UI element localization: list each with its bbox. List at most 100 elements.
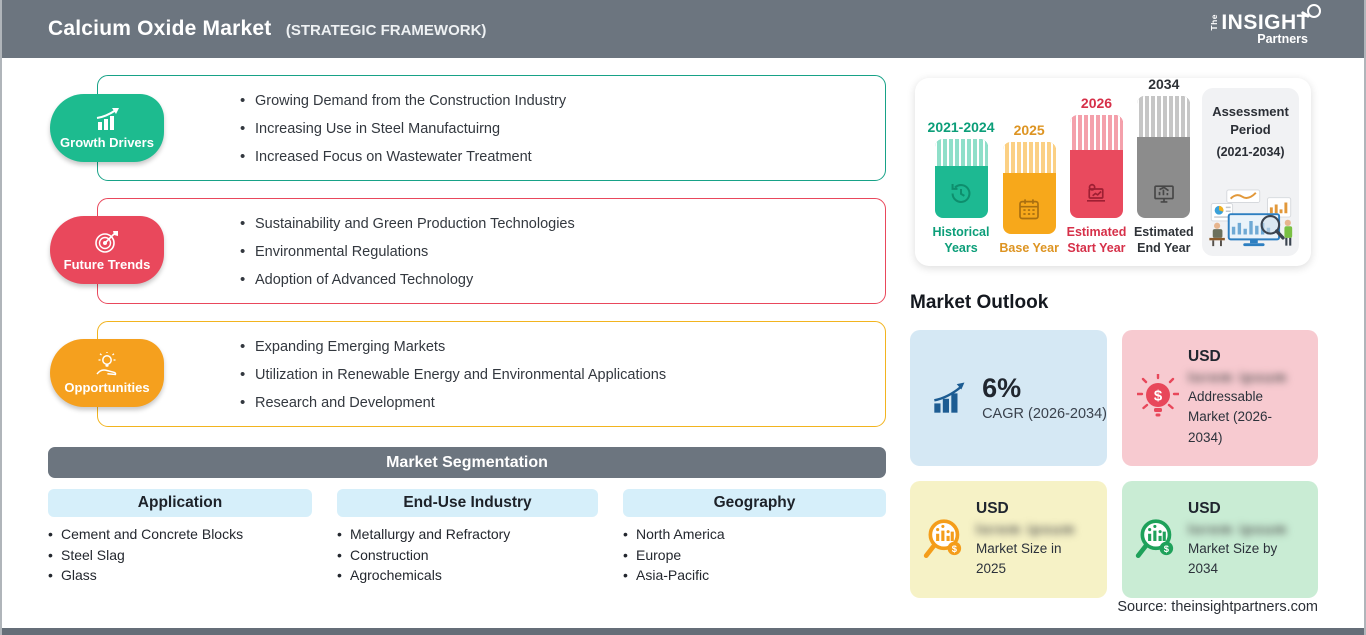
list-item: Sustainability and Green Production Tech… — [240, 210, 865, 238]
list-item: Utilization in Renewable Energy and Envi… — [240, 361, 865, 389]
list-item: Environmental Regulations — [240, 238, 865, 266]
bar-year-label: 2021-2024 — [927, 118, 995, 135]
card-label: Market Size by 2034 — [1188, 540, 1278, 576]
list-item: Construction — [337, 545, 510, 566]
svg-text:$: $ — [952, 543, 958, 554]
historical-years-bar — [934, 138, 988, 218]
analysts-illustration — [1208, 189, 1292, 247]
list-item: Increased Focus on Wastewater Treatment — [240, 143, 865, 171]
magnifier-lens-icon — [1307, 4, 1321, 18]
assessment-timeline-card: 2021-2024 Historical Years 2025 Base Yea… — [915, 76, 1311, 266]
segmentation-column-application: Application — [48, 489, 312, 517]
future-trends-box: Sustainability and Green Production Tech… — [97, 198, 886, 304]
geography-items: North America Europe Asia-Pacific — [623, 524, 725, 586]
bar-role-label: Base Year — [999, 240, 1059, 255]
logo-the-text: The — [1209, 14, 1220, 31]
assessment-period-range: (2021-2034) — [1216, 145, 1285, 160]
bulb-dollar-icon: $ — [1137, 374, 1179, 417]
application-items: Cement and Concrete Blocks Steel Slag Gl… — [48, 524, 243, 586]
addressable-market-card: $ USD lorem ipsum Addressable Market (20… — [1122, 330, 1318, 466]
badge-label: Opportunities — [64, 379, 150, 395]
monitor-chart-icon — [1153, 184, 1174, 203]
growth-drivers-list: Growing Demand from the Construction Ind… — [98, 76, 885, 171]
history-clock-icon — [951, 183, 971, 203]
growth-drivers-badge: Growth Drivers — [50, 94, 164, 162]
bar-year-label: 2034 — [1148, 75, 1180, 92]
currency-label: USD — [976, 499, 1009, 517]
list-item: Expanding Emerging Markets — [240, 333, 865, 361]
market-size-2034-card: $ USD lorem ipsum Market Size by 2034 — [1122, 481, 1318, 598]
segmentation-column-geography: Geography — [623, 489, 886, 517]
list-item: Steel Slag — [48, 545, 243, 566]
currency-label: USD — [1188, 348, 1221, 366]
list-item: Europe — [623, 545, 725, 566]
list-item: Research and Development — [240, 389, 865, 417]
list-item: Metallurgy and Refractory — [337, 524, 510, 545]
timeline-col-est-start: 2026 Estimated Start Year — [1066, 94, 1127, 257]
list-item: Asia-Pacific — [623, 565, 725, 586]
assessment-period-label: Assessment Period — [1212, 104, 1289, 137]
currency-label: USD — [1188, 499, 1221, 517]
cagr-value: 6% — [982, 372, 1022, 403]
opportunities-box: Expanding Emerging Markets Utilization i… — [97, 321, 886, 427]
laptop-gear-icon — [1087, 183, 1106, 202]
addressable-text-group: USD lorem ipsum Addressable Market (2026… — [1182, 338, 1314, 458]
future-trends-badge: Future Trends — [50, 216, 164, 284]
list-item: Cement and Concrete Blocks — [48, 524, 243, 545]
size-2034-text-group: USD lorem ipsum Market Size by 2034 — [1182, 490, 1314, 590]
timeline-col-est-end: 2034 Estimated End Year — [1134, 76, 1194, 257]
bar-year-label: 2025 — [1013, 121, 1045, 138]
blurred-value: lorem ipsum — [1188, 369, 1288, 386]
growth-drivers-box: Growing Demand from the Construction Ind… — [97, 75, 886, 181]
list-item: Increasing Use in Steel Manufactuirng — [240, 115, 865, 143]
target-icon — [95, 230, 118, 253]
list-item: Glass — [48, 565, 243, 586]
insight-partners-logo: The INSIGHT Partners — [1209, 4, 1321, 46]
list-item: Agrochemicals — [337, 565, 510, 586]
svg-text:$: $ — [1154, 388, 1163, 405]
market-segmentation-header: Market Segmentation — [48, 447, 886, 478]
page-title: Calcium Oxide Market — [48, 17, 272, 40]
timeline-col-base: 2025 Base Year — [999, 122, 1059, 256]
bar-role-label: Historical Years — [932, 224, 990, 255]
timeline-col-historical: 2021-2024 Historical Years — [927, 118, 995, 257]
magnifier-chart-orange-icon: $ — [923, 518, 962, 558]
base-year-bar — [1002, 141, 1056, 234]
bar-year-label: 2026 — [1080, 94, 1113, 111]
bulb-hand-icon — [96, 351, 117, 375]
opportunities-badge: Opportunities — [50, 339, 164, 407]
opportunities-list: Expanding Emerging Markets Utilization i… — [98, 322, 885, 417]
growth-chart-icon — [96, 107, 119, 130]
card-label: Addressable Market (2026-2034) — [1188, 389, 1273, 445]
cagr-text-group: 6% CAGR (2026-2034) — [982, 372, 1107, 422]
source-note: Source: theinsightpartners.com — [1117, 599, 1318, 615]
blurred-value: lorem ipsum — [1188, 520, 1288, 537]
blurred-value: lorem ipsum — [976, 520, 1076, 537]
estimated-start-year-bar — [1069, 114, 1123, 218]
bar-role-label: Estimated Start Year — [1066, 224, 1127, 255]
badge-label: Growth Drivers — [60, 134, 154, 150]
svg-text:$: $ — [1164, 543, 1170, 554]
size-2025-text-group: USD lorem ipsum Market Size in 2025 — [970, 490, 1102, 590]
list-item: Adoption of Advanced Technology — [240, 266, 865, 294]
growth-bars-icon — [934, 382, 965, 413]
badge-label: Future Trends — [63, 256, 151, 272]
header: Calcium Oxide Market (STRATEGIC FRAMEWOR… — [0, 0, 1366, 58]
list-item: Growing Demand from the Construction Ind… — [240, 87, 865, 115]
segmentation-column-end-use: End-Use Industry — [337, 489, 598, 517]
logo-wordmark: The INSIGHT — [1209, 4, 1321, 34]
estimated-end-year-bar — [1137, 95, 1191, 218]
card-label: Market Size in 2025 — [976, 540, 1062, 576]
timeline-bars: 2021-2024 Historical Years 2025 Base Yea… — [927, 76, 1194, 257]
header-title-group: Calcium Oxide Market (STRATEGIC FRAMEWOR… — [48, 17, 486, 41]
magnifier-chart-green-icon: $ — [1135, 518, 1174, 558]
calendar-icon — [1019, 199, 1039, 220]
market-outlook-title: Market Outlook — [910, 292, 1049, 313]
assessment-period-panel: Assessment Period (2021-2034) — [1202, 88, 1299, 256]
logo-main-text: INSIGHT — [1221, 11, 1310, 34]
footer-bar — [0, 628, 1366, 635]
page-subtitle: (STRATEGIC FRAMEWORK) — [285, 22, 487, 39]
logo-partners-text: Partners — [1257, 32, 1308, 46]
bar-role-label: Estimated End Year — [1133, 224, 1194, 255]
market-size-2025-card: $ USD lorem ipsum Market Size in 2025 — [910, 481, 1107, 598]
